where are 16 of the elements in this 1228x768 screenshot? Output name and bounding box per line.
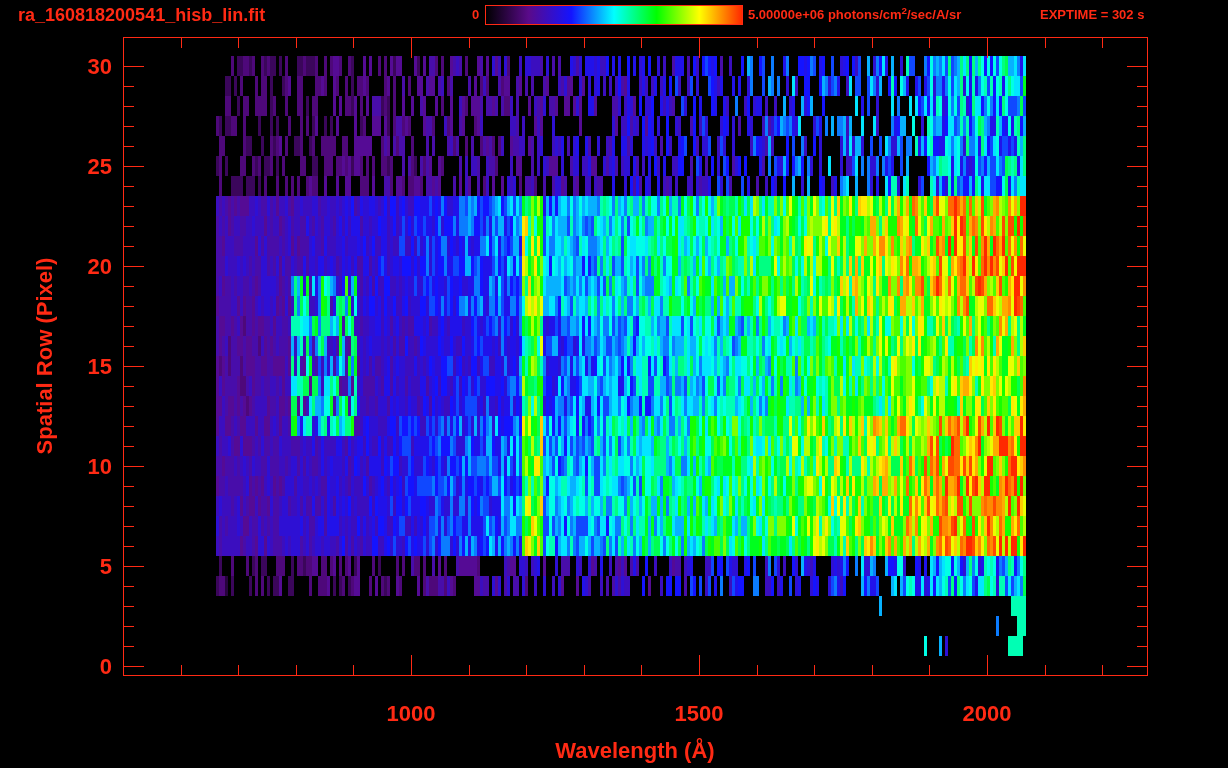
file-title: ra_160818200541_hisb_lin.fit — [18, 3, 267, 27]
tick-label: 15 — [87, 354, 112, 379]
y-axis-title: Spatial Row (Pixel) — [32, 257, 57, 455]
tick-label: 20 — [87, 254, 112, 279]
x-axis-title: Wavelength (Å) — [555, 738, 715, 763]
tick-label: 1000 — [386, 701, 436, 726]
tick-label: 25 — [87, 154, 112, 179]
tick-label: 0 — [99, 654, 112, 679]
tick-label: 1500 — [674, 701, 724, 726]
tick-label: 30 — [87, 54, 112, 79]
tick-label: 10 — [87, 454, 112, 479]
colorbar-max-label: 5.00000e+06 photons/cm$^{2}$/sec/A/sr — [748, 5, 963, 25]
tick-label: 5 — [99, 554, 112, 579]
exposure-time: EXPTIME = 302 s — [1040, 6, 1145, 25]
tick-label: 2000 — [962, 701, 1012, 726]
colorbar-min-label: 0 — [472, 6, 481, 25]
